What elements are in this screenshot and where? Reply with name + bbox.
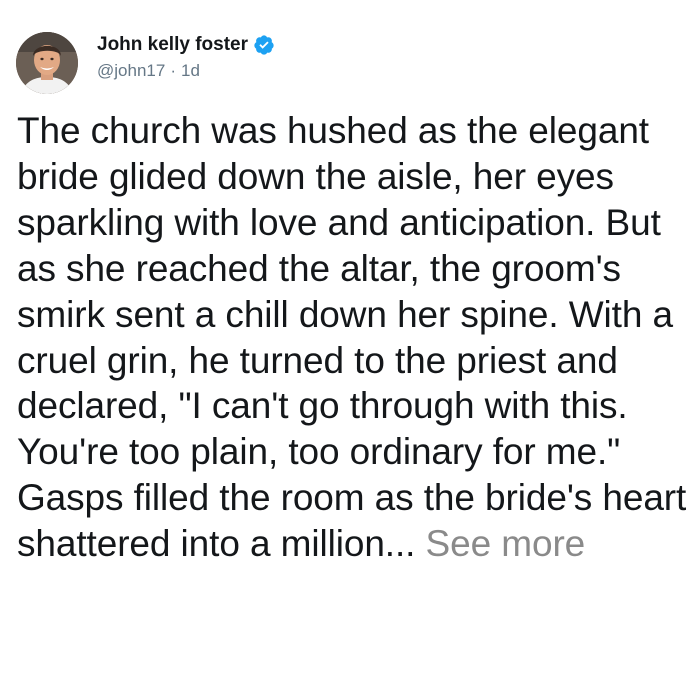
author-display-name[interactable]: John kelly foster xyxy=(97,34,248,56)
avatar[interactable] xyxy=(16,32,78,94)
name-row: John kelly foster xyxy=(97,32,275,58)
tweet-card: John kelly foster @john17 · 1d The churc… xyxy=(0,0,700,700)
separator-dot: · xyxy=(170,61,176,80)
timestamp[interactable]: 1d xyxy=(181,61,200,81)
tweet-header: John kelly foster @john17 · 1d xyxy=(97,32,275,92)
handle-row: @john17 · 1d xyxy=(97,61,275,81)
avatar-photo xyxy=(16,32,78,94)
author-handle[interactable]: @john17 xyxy=(97,61,165,81)
tweet-body: The church was hushed as the elegant bri… xyxy=(17,110,687,565)
tweet-text: The church was hushed as the elegant bri… xyxy=(17,108,697,567)
verified-badge-icon xyxy=(253,34,275,56)
see-more-link[interactable]: See more xyxy=(426,523,586,564)
